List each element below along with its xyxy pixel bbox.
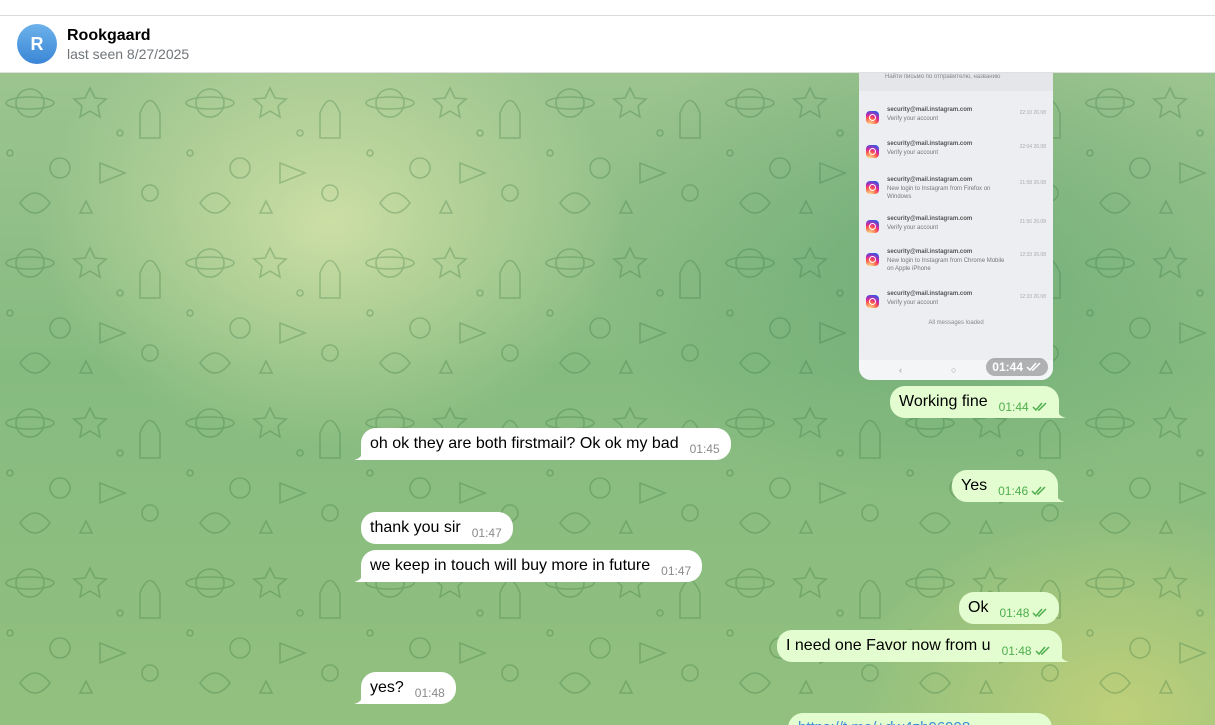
back-icon: ‹ [899,365,902,375]
list-item: security@mail.instagram.com New login to… [859,177,1053,213]
message-time: 01:44 [998,399,1029,414]
window-top-strip [0,0,1215,16]
message-text: Working fine [899,393,988,410]
list-item: security@mail.instagram.com Verify your … [859,216,1053,252]
mail-search-bar: Найти письмо по отправителю, названию [859,73,1053,91]
email-subject: Verify your account [887,300,939,306]
double-check-icon [1026,362,1041,372]
message-bubble-outgoing[interactable]: I need one Favor now from u 01:48 [777,630,1069,662]
message-bubble-outgoing[interactable]: Working fine 01:44 [890,386,1066,418]
email-subject: New login to Instagram from Chrome Mobil… [887,258,1005,272]
email-sender: security@mail.instagram.com [887,107,973,113]
message-bubble-incoming[interactable]: oh ok they are both firstmail? Ok ok my … [354,428,731,460]
message-text: Ok [968,599,989,616]
message-text: we keep in touch will buy more in future [370,557,651,574]
email-sender: security@mail.instagram.com [887,249,973,255]
bubble-tail [1055,406,1066,418]
message-bubble-incoming[interactable]: we keep in touch will buy more in future… [354,550,703,582]
double-check-icon [1031,485,1046,495]
message-time: 01:44 [992,360,1023,374]
email-subject: Verify your account [887,116,939,122]
message-time: 01:47 [471,525,502,540]
message-text: Yes [961,477,988,494]
instagram-icon [866,295,879,308]
double-check-icon [1035,645,1050,655]
email-time: 22:10 26.08 [1019,110,1046,116]
message-time: 01:45 [689,441,720,456]
message-text: thank you sir [370,519,461,536]
mail-search-placeholder: Найти письмо по отправителю, названию [885,74,1001,80]
bubble-tail [354,570,364,582]
email-subject: Verify your account [887,150,939,156]
mail-list-footer: All messages loaded [928,320,984,326]
instagram-icon [866,253,879,266]
message-time: 01:48 [414,685,445,700]
last-seen-status: last seen 8/27/2025 [67,45,190,62]
message-bubble-outgoing[interactable]: Ok 01:48 [959,592,1060,624]
list-item: security@mail.instagram.com New login to… [859,249,1053,285]
email-sender: security@mail.instagram.com [887,291,973,297]
email-time: 21:56 26.08 [1019,219,1046,225]
message-text: I need one Favor now from u [786,637,991,654]
email-subject: Verify your account [887,225,939,231]
screenshot-attachment[interactable]: Найти письмо по отправителю, названию se… [859,73,1053,380]
instagram-icon [866,220,879,233]
message-bubble-incoming[interactable]: yes? 01:48 [354,672,456,704]
email-subject: New login to Instagram from Firefox on W… [887,186,991,200]
avatar[interactable]: R [17,24,57,64]
double-check-icon [1032,401,1047,411]
message-time: 01:48 [1001,643,1032,658]
instagram-icon [866,181,879,194]
list-item: security@mail.instagram.com Verify your … [859,141,1053,177]
instagram-icon [866,111,879,124]
message-bubble-outgoing[interactable]: Yes 01:46 [952,470,1066,502]
message-bubble-incoming[interactable]: thank you sir 01:47 [361,512,513,544]
message-text: yes? [370,679,404,696]
instagram-icon [866,145,879,158]
email-time: 12:33 26.08 [1019,294,1046,300]
email-time: 12:33 26.08 [1019,252,1046,258]
contact-name[interactable]: Rookgaard [67,26,189,46]
bubble-tail [354,448,364,460]
email-time: 22:04 26.08 [1019,144,1046,150]
message-text: oh ok they are both firstmail? Ok ok my … [370,435,679,452]
home-icon: ○ [951,365,957,375]
email-sender: security@mail.instagram.com [887,177,973,183]
email-sender: security@mail.instagram.com [887,141,973,147]
list-item: security@mail.instagram.com Verify your … [859,107,1053,143]
message-time: 01:46 [998,483,1029,498]
message-time: 01:47 [661,563,692,578]
bubble-tail [1058,650,1069,662]
email-time: 21:58 26.08 [1019,180,1046,186]
bubble-tail [1055,490,1066,502]
attachment-time-badge: 01:44 [986,358,1048,376]
double-check-icon [1032,607,1048,617]
bubble-tail [354,692,364,704]
chat-header[interactable]: R Rookgaard last seen 8/27/2025 [0,16,1215,73]
message-link-partial[interactable]: https://t.me/+dw4zh96998 [788,713,1052,725]
email-sender: security@mail.instagram.com [887,216,973,222]
message-time: 01:48 [999,605,1030,620]
chat-header-info[interactable]: Rookgaard last seen 8/27/2025 [67,26,189,63]
